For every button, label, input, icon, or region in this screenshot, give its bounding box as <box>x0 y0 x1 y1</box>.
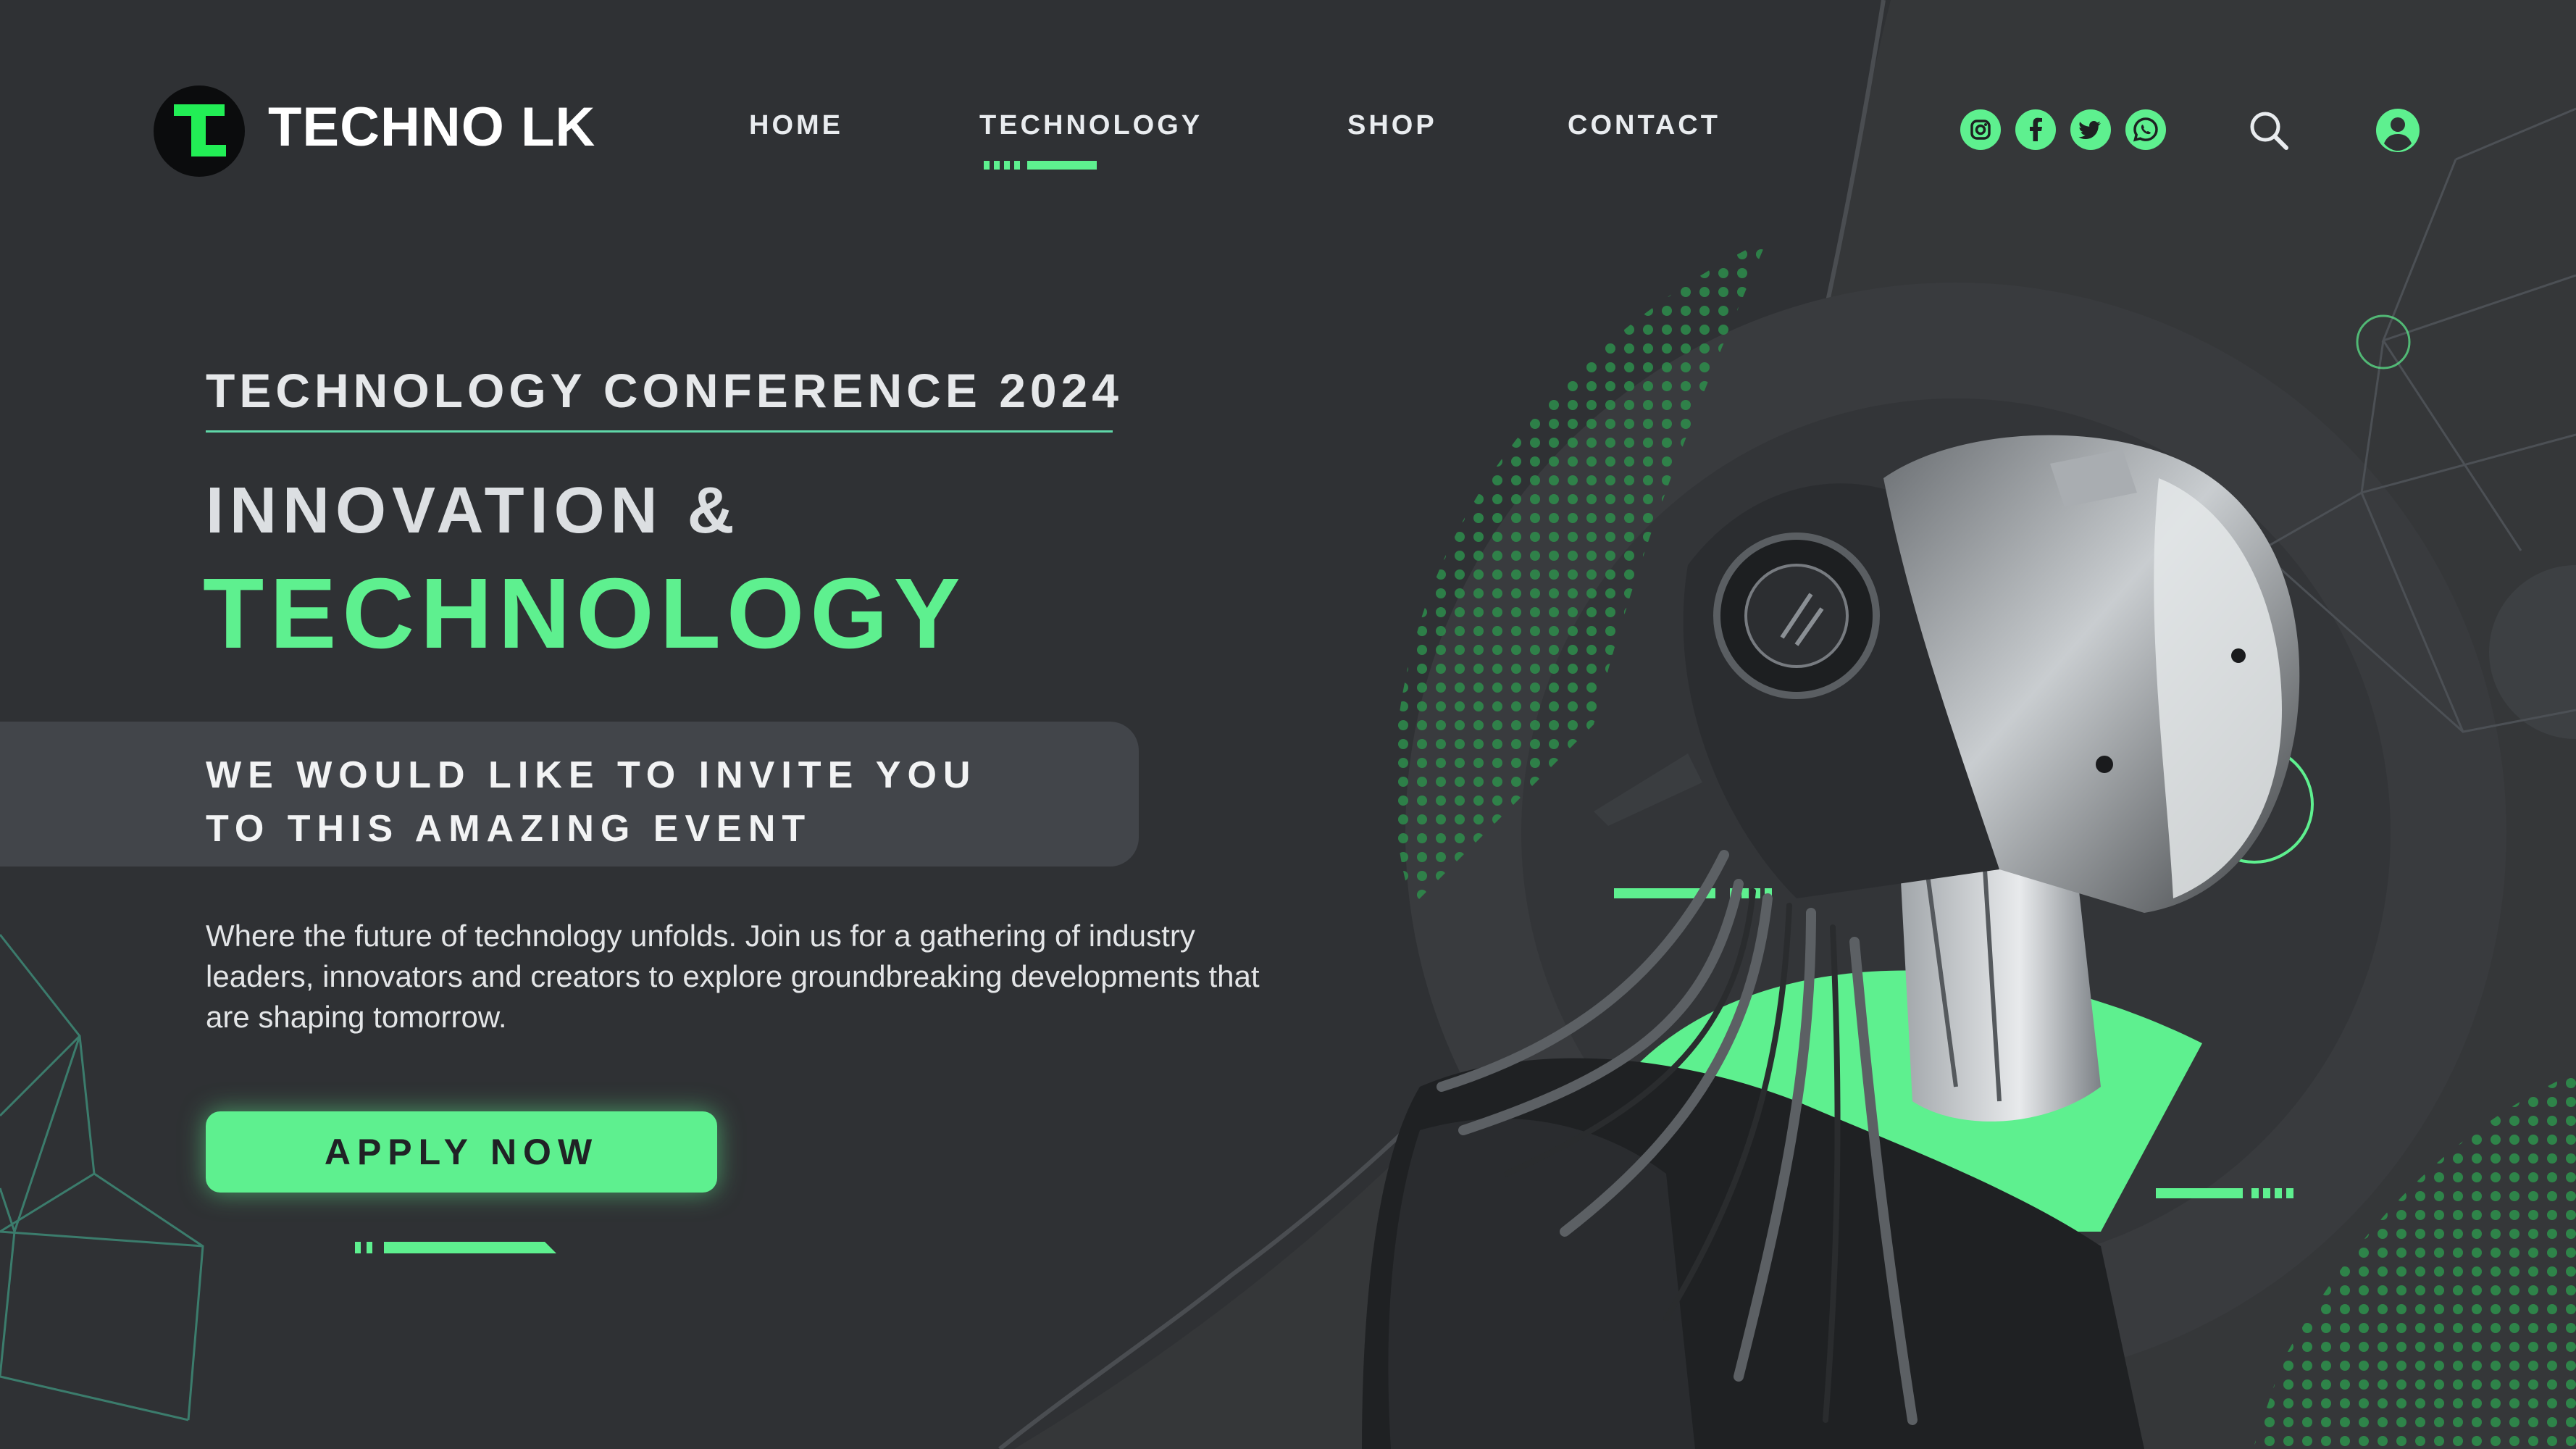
brand-name[interactable]: TECHNO LK <box>268 100 595 155</box>
brand-logo[interactable] <box>154 85 245 177</box>
facebook-button[interactable] <box>2015 109 2056 150</box>
nav-home[interactable]: HOME <box>749 112 843 139</box>
headline-line-2: TECHNOLOGY <box>203 558 966 669</box>
headline-line-1: INNOVATION & <box>206 475 740 547</box>
search-icon[interactable] <box>2246 107 2293 155</box>
user-account-icon[interactable] <box>2375 107 2421 154</box>
nav-contact[interactable]: CONTACT <box>1568 112 1720 139</box>
nav-active-indicator-dot <box>1004 161 1010 170</box>
logo-icon <box>174 104 226 156</box>
twitter-button[interactable] <box>2070 109 2111 150</box>
invite-text-line-1: WE WOULD LIKE TO INVITE YOU <box>206 754 977 796</box>
nav-technology[interactable]: TECHNOLOGY <box>979 112 1203 139</box>
facebook-icon <box>2030 117 2042 141</box>
twitter-icon <box>2078 121 2101 139</box>
nav-active-indicator <box>1027 161 1097 170</box>
invite-text-line-2: TO THIS AMAZING EVENT <box>206 808 812 850</box>
event-title: TECHNOLOGY CONFERENCE 2024 <box>206 364 1124 417</box>
nav-active-indicator-dot <box>1014 161 1020 170</box>
event-description: Where the future of technology unfolds. … <box>206 919 1260 1034</box>
nav-active-indicator-dot <box>984 161 990 170</box>
whatsapp-icon <box>2133 117 2158 142</box>
nav-active-indicator-dot <box>994 161 1000 170</box>
whatsapp-button[interactable] <box>2125 109 2166 150</box>
event-title-underline <box>206 430 1113 433</box>
apply-now-button[interactable]: APPLY NOW <box>206 1111 717 1193</box>
instagram-icon <box>1970 120 1991 140</box>
nav-shop[interactable]: SHOP <box>1347 112 1437 139</box>
instagram-button[interactable] <box>1960 109 2001 150</box>
